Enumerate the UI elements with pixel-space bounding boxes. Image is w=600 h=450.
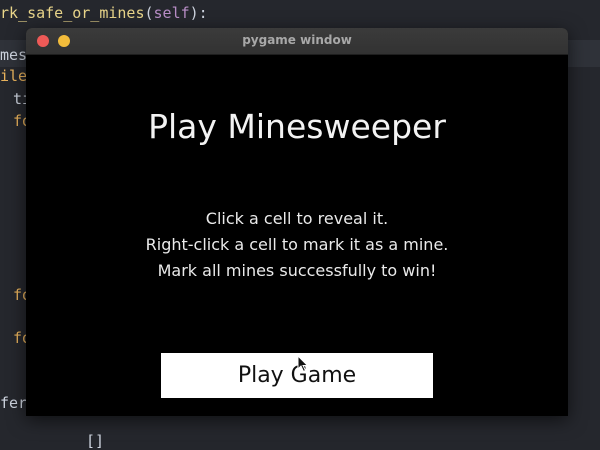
code-suffix: ): [189, 4, 208, 22]
game-heading: Play Minesweeper [148, 107, 446, 146]
instruction-line: Mark all mines successfully to win! [157, 261, 437, 280]
instruction-line: Click a cell to reveal it. [205, 209, 389, 228]
code-self-keyword: self [153, 4, 190, 22]
window-titlebar[interactable]: pygame window [26, 28, 568, 55]
code-function-name: rk_safe_or_mines [0, 4, 145, 22]
code-line: rk_safe_or_mines(self): [0, 4, 208, 22]
code-line: [] [86, 432, 105, 450]
instruction-line: Right-click a cell to mark it as a mine. [145, 235, 449, 254]
window-title: pygame window [242, 33, 352, 47]
mouse-pointer-icon [297, 355, 309, 373]
code-line: ile [0, 67, 28, 85]
code-paren: ( [144, 4, 154, 22]
